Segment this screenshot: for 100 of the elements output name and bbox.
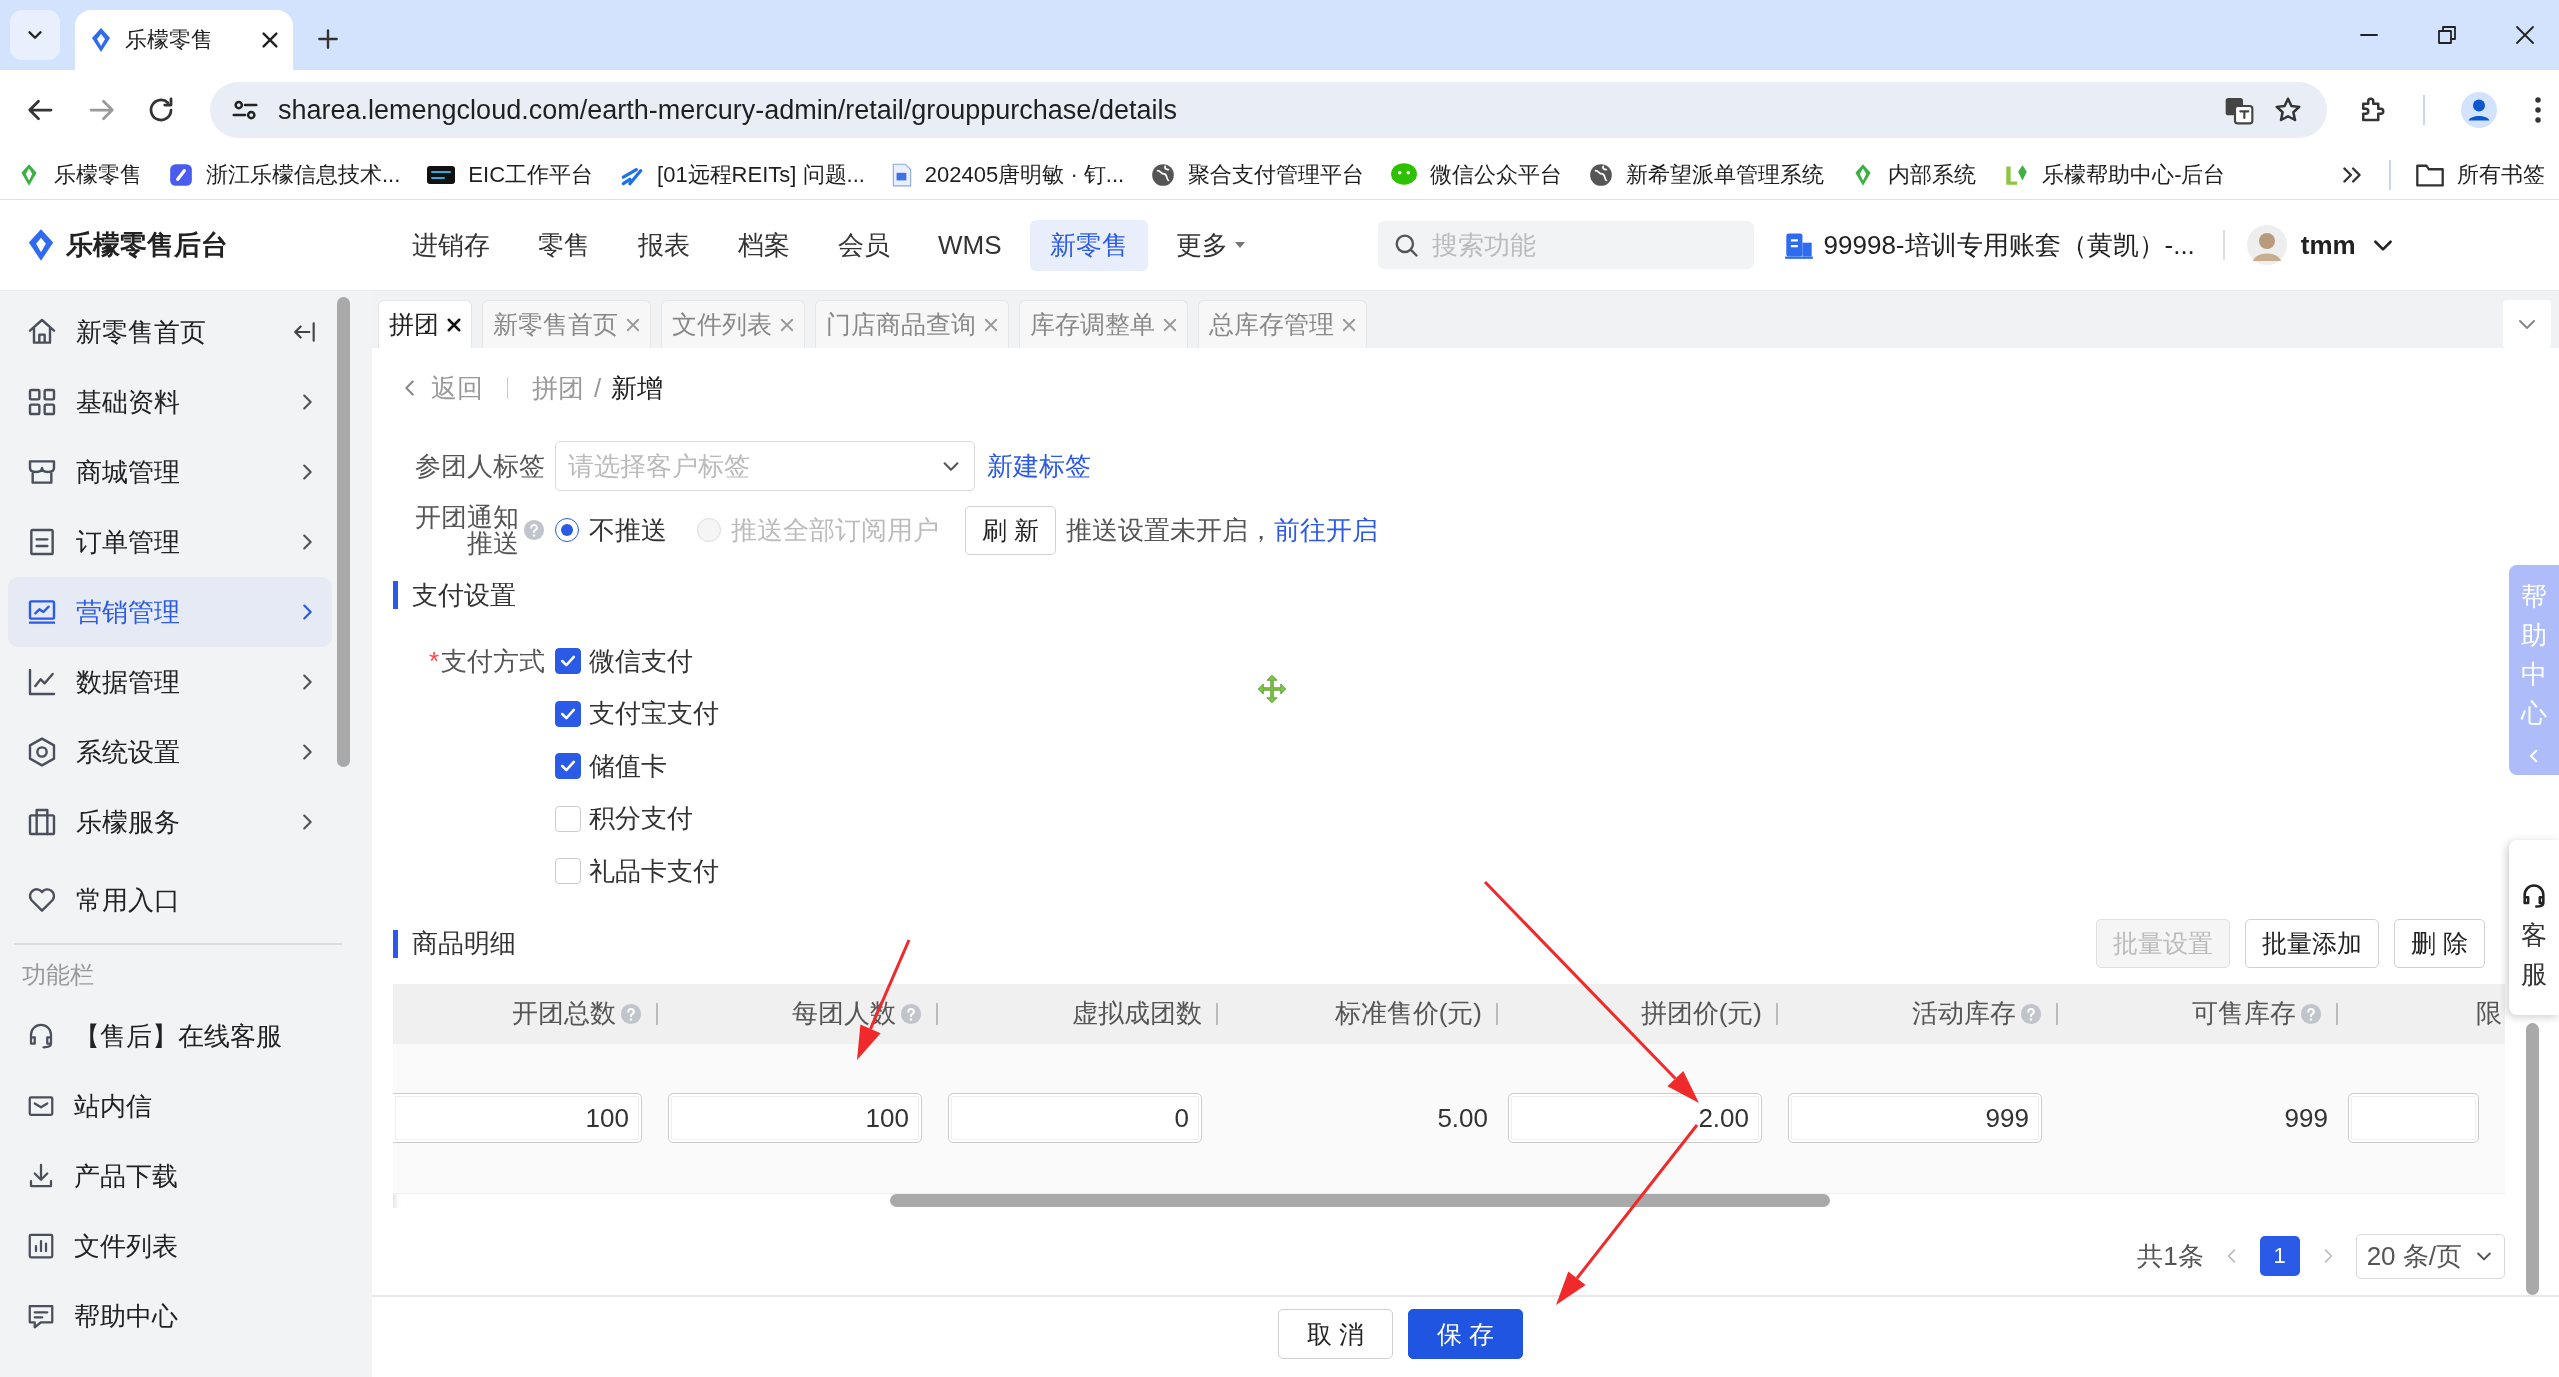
nav-menu-item[interactable]: 零售 bbox=[518, 219, 610, 271]
new-tag-link[interactable]: 新建标签 bbox=[987, 448, 1091, 484]
nav-menu-item[interactable]: 更多 bbox=[1155, 219, 1268, 271]
app-logo-icon bbox=[89, 27, 113, 53]
shortcut-item[interactable]: 站内信 bbox=[8, 1071, 332, 1141]
bookmark-link[interactable]: 聚合支付管理平台 bbox=[1188, 159, 1365, 190]
user-name[interactable]: tmm bbox=[2300, 229, 2356, 261]
field-label: 支付方式 bbox=[441, 644, 545, 678]
more-menu-icon[interactable] bbox=[2533, 95, 2543, 125]
action-button[interactable]: 删 除 bbox=[2394, 919, 2485, 968]
nav-menu-item[interactable]: 报表 bbox=[618, 219, 710, 271]
shortcut-item[interactable]: 【售后】在线客服 bbox=[8, 1001, 332, 1071]
checkbox-option[interactable]: 支付宝支付 bbox=[555, 687, 719, 740]
profile-avatar-icon[interactable] bbox=[2461, 92, 2497, 128]
bookmark-link[interactable]: EIC工作平台 bbox=[468, 159, 594, 190]
radio-option: 推送全部订阅用户 bbox=[697, 512, 939, 548]
move-cursor-icon bbox=[1257, 674, 1287, 704]
tab-title: 乐檬零售 bbox=[125, 26, 214, 54]
badge-icon bbox=[426, 163, 457, 186]
refresh-button[interactable]: 刷 新 bbox=[965, 505, 1056, 555]
shortcut-item[interactable]: 产品下载 bbox=[8, 1141, 332, 1211]
customer-service-tab[interactable]: 客服 bbox=[2509, 840, 2559, 1015]
section-label: 功能栏 bbox=[21, 960, 95, 990]
shortcut-item[interactable]: 帮助中心 bbox=[8, 1281, 332, 1351]
help-icon bbox=[523, 519, 545, 541]
column-header: 标准售价(元) bbox=[1228, 983, 1508, 1044]
page-number[interactable]: 1 bbox=[2259, 1236, 2300, 1276]
close-icon[interactable] bbox=[259, 29, 281, 51]
table-cell: 999 bbox=[2284, 1102, 2328, 1134]
nav-menu-item[interactable]: 会员 bbox=[818, 219, 910, 271]
number-field[interactable] bbox=[2348, 1093, 2479, 1143]
bookmark-link[interactable]: 浙江乐檬信息技术... bbox=[206, 159, 401, 190]
column-header: 拼团价(元) bbox=[1508, 983, 1788, 1044]
required-mark: * bbox=[428, 645, 439, 677]
number-field[interactable]: 2.00 bbox=[1508, 1093, 1762, 1143]
sidebar-item[interactable]: 系统设置 bbox=[8, 717, 332, 787]
cancel-button[interactable]: 取 消 bbox=[1278, 1309, 1393, 1359]
url-text: sharea.lemengcloud.com/earth-mercury-admin/retail/grouppurchase/details bbox=[278, 94, 1178, 126]
sidebar-item[interactable]: 营销管理 bbox=[8, 577, 332, 647]
address-bar[interactable]: sharea.lemengcloud.com/earth-mercury-admin/retail/grouppurchase/details bbox=[210, 82, 2327, 138]
page-size-select[interactable]: 20 条/页 bbox=[2355, 1233, 2505, 1279]
sidebar-item[interactable]: 商城管理 bbox=[8, 437, 332, 507]
number-field[interactable]: 0 bbox=[948, 1093, 1202, 1143]
globe-icon bbox=[1588, 161, 1615, 188]
sidebar-item[interactable]: 新零售首页 bbox=[8, 297, 332, 367]
field-label: 开团通知推送 bbox=[415, 504, 519, 556]
sidebar-item[interactable]: 常用入口 bbox=[8, 865, 332, 935]
browser-tab[interactable]: 乐檬零售 bbox=[75, 10, 293, 70]
close-icon[interactable] bbox=[445, 315, 463, 334]
number-field[interactable]: 100 bbox=[668, 1093, 922, 1143]
close-icon[interactable] bbox=[2513, 23, 2537, 47]
bookmark-link[interactable]: 新希望派单管理系统 bbox=[1626, 159, 1825, 190]
total-count: 共1条 bbox=[2137, 1239, 2204, 1273]
nav-menu-item[interactable]: WMS bbox=[918, 221, 1022, 269]
sidebar-item[interactable]: 乐檬服务 bbox=[8, 787, 332, 857]
bookmark-link[interactable]: 202405唐明敏 · 钉... bbox=[924, 159, 1125, 190]
page-tab[interactable]: 拼团 bbox=[378, 300, 472, 348]
bookmark-link[interactable]: [01远程REITs] 问题... bbox=[657, 159, 865, 190]
shortcut-item[interactable]: 文件列表 bbox=[8, 1211, 332, 1281]
number-field[interactable]: 100 bbox=[393, 1093, 642, 1143]
column-header: 可售库存 bbox=[2068, 983, 2348, 1044]
account-name[interactable]: 99998-培训专用账套（黄凯）-... bbox=[1823, 227, 2195, 263]
nav-menu-item[interactable]: 档案 bbox=[718, 219, 810, 271]
scrollbar[interactable] bbox=[2526, 1023, 2539, 1295]
checkbox-option[interactable]: 积分支付 bbox=[555, 792, 719, 845]
scrollbar[interactable] bbox=[337, 297, 350, 767]
checkbox-option[interactable]: 礼品卡支付 bbox=[555, 845, 719, 898]
sidebar-item[interactable]: 数据管理 bbox=[8, 647, 332, 717]
sidebar-item[interactable]: 基础资料 bbox=[8, 367, 332, 437]
enable-link[interactable]: 前往开启 bbox=[1273, 512, 1378, 548]
breadcrumb-item: 新增 bbox=[611, 371, 664, 405]
bookmark-link[interactable]: 乐檬零售 bbox=[54, 159, 142, 190]
sidebar-item[interactable]: 订单管理 bbox=[8, 507, 332, 577]
section-title: 商品明细 bbox=[412, 927, 516, 960]
section-title: 支付设置 bbox=[412, 578, 516, 612]
bar-chart-icon bbox=[26, 1231, 56, 1261]
help-icon bbox=[900, 1002, 922, 1025]
radio-option[interactable]: 不推送 bbox=[555, 512, 667, 548]
restore-icon[interactable] bbox=[2435, 23, 2459, 47]
save-button[interactable]: 保 存 bbox=[1408, 1309, 1523, 1359]
nav-menu-item[interactable]: 新零售 bbox=[1029, 219, 1148, 271]
bookmark-link[interactable]: 内部系统 bbox=[1888, 159, 1977, 190]
section-marker bbox=[393, 581, 398, 609]
column-header: 虚拟成团数 bbox=[948, 983, 1228, 1044]
settings-icon bbox=[26, 736, 58, 768]
checkbox-option[interactable]: 微信支付 bbox=[555, 635, 719, 688]
new-tab-icon[interactable] bbox=[315, 26, 341, 52]
bookmark-link[interactable]: 微信公众平台 bbox=[1430, 159, 1563, 190]
app-icon bbox=[168, 161, 194, 188]
user-avatar-icon bbox=[2246, 225, 2287, 265]
action-button: 批量设置 bbox=[2096, 919, 2231, 968]
notice-text: 推送设置未开启， bbox=[1065, 513, 1274, 547]
bookmark-link[interactable]: 乐檬帮助中心-后台 bbox=[2042, 159, 2226, 190]
checkbox-option[interactable]: 储值卡 bbox=[555, 740, 719, 793]
action-button[interactable]: 批量添加 bbox=[2245, 919, 2380, 968]
collapse-icon[interactable] bbox=[292, 319, 318, 345]
number-field[interactable]: 999 bbox=[1788, 1093, 2042, 1143]
nav-menu-item[interactable]: 进销存 bbox=[392, 219, 510, 271]
bookmark-link[interactable]: 所有书签 bbox=[2457, 159, 2545, 190]
column-header: 限 bbox=[2348, 983, 2505, 1044]
